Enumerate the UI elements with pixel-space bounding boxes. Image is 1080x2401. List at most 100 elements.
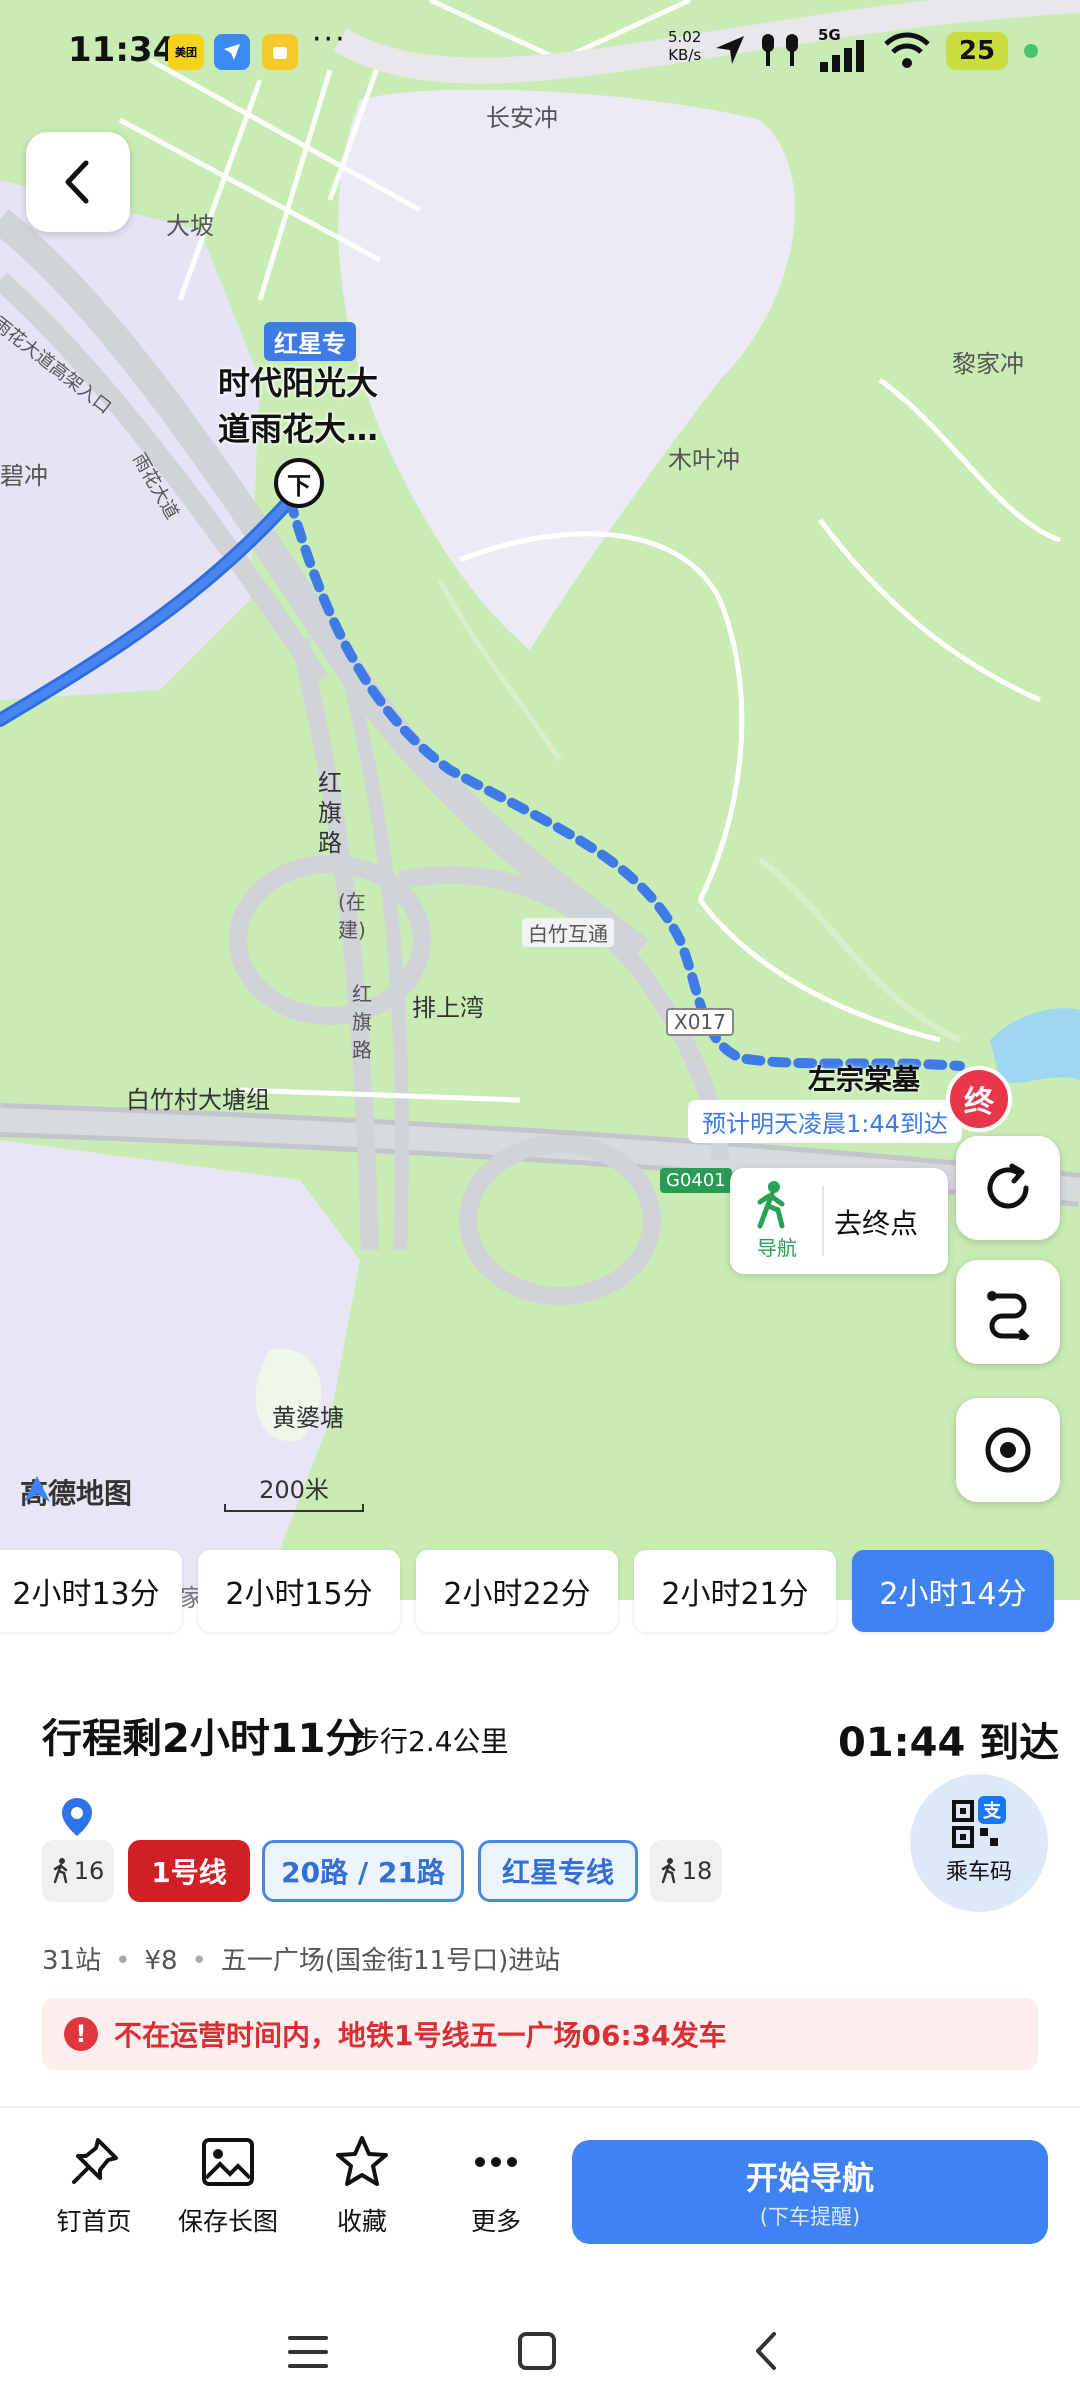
signal-icon xyxy=(820,40,864,72)
time-option-3[interactable]: 2小时22分 xyxy=(416,1550,618,1632)
locate-icon xyxy=(985,1427,1031,1473)
more-button[interactable]: 更多 xyxy=(436,2134,556,2238)
segment-walk-end[interactable]: 18 xyxy=(650,1840,722,1902)
more-label: 更多 xyxy=(470,2207,521,2236)
time-option-2[interactable]: 2小时15分 xyxy=(198,1550,400,1632)
refresh-button[interactable] xyxy=(956,1136,1060,1240)
menu-icon[interactable] xyxy=(286,2332,330,2372)
ride-code-button[interactable]: 支 乘车码 xyxy=(910,1774,1048,1912)
walking-person-icon xyxy=(661,1858,675,1884)
trip-info: 31站 • ¥8 • 五一广场(国金街11号口)进站 xyxy=(42,1946,561,1976)
save-long-image-button[interactable]: 保存长图 xyxy=(168,2134,288,2238)
wifi-icon xyxy=(884,32,930,68)
locate-button[interactable] xyxy=(956,1398,1060,1502)
end-marker[interactable]: 终 xyxy=(946,1066,1012,1132)
start-navigation-button[interactable]: 开始导航 (下车提醒) xyxy=(572,2140,1048,2244)
time-option-label: 2小时15分 xyxy=(225,1577,373,1612)
map-view[interactable]: 长安冲 大坡 黎家冲 木叶冲 碧冲 雨花大道高架入口 雨花大道 红旗路 (在建)… xyxy=(0,0,1080,1600)
transit-stop-tag: 红星专 xyxy=(264,322,356,361)
start-navigation-label: 开始导航 xyxy=(745,2159,874,2197)
more-dots-icon xyxy=(475,2157,517,2167)
favorite-label: 收藏 xyxy=(336,2207,387,2236)
map-label-hongqi-road: 红旗路 xyxy=(318,769,342,857)
pin-to-home-button[interactable]: 钉首页 xyxy=(34,2134,154,2238)
net-speed: 5.02 KB/s xyxy=(668,28,701,64)
status-bar: 11:34 美团 ··· 5.02 KB/s 5G 25 xyxy=(0,0,1080,100)
goto-end-label: 去终点 xyxy=(834,1207,919,1240)
back-nav-icon[interactable] xyxy=(748,2330,784,2372)
earbuds-icon xyxy=(762,34,798,66)
map-label-paishangwan: 排上湾 xyxy=(412,994,484,1022)
transit-stop-name-line1: 时代阳光大 xyxy=(218,364,379,402)
map-label-hongqi-road-2: 红旗路 xyxy=(352,982,372,1062)
map-label-baizhu-village: 白竹村大塘组 xyxy=(126,1086,270,1114)
segment-metro-label: 1号线 xyxy=(151,1856,227,1889)
destination-name: 左宗棠墓 xyxy=(808,1063,921,1096)
meituan-app-icon: 美团 xyxy=(168,34,204,70)
time-option-label: 2小时13分 xyxy=(12,1577,160,1612)
map-scale-label: 200米 xyxy=(259,1476,329,1504)
route-options-button[interactable] xyxy=(956,1260,1060,1364)
route-switch-icon xyxy=(987,1291,1030,1340)
arrival-time: 01:44 到达 xyxy=(838,1720,1060,1766)
status-more-icon: ··· xyxy=(312,22,347,57)
system-nav-bar xyxy=(0,2300,1080,2401)
entry-station: 五一广场(国金街11号口)进站 xyxy=(220,1946,561,1976)
alight-marker-label: 下 xyxy=(287,471,311,500)
image-icon xyxy=(202,2138,254,2186)
transit-stop-name[interactable]: 时代阳光大 道雨花大… xyxy=(218,360,378,452)
back-button[interactable] xyxy=(26,132,130,232)
time-option-4[interactable]: 2小时21分 xyxy=(634,1550,836,1632)
segment-walk-end-minutes: 18 xyxy=(681,1857,713,1885)
alight-marker[interactable]: 下 xyxy=(274,458,324,508)
segment-hongxing-special[interactable]: 红星专线 xyxy=(478,1840,638,1902)
favorite-button[interactable]: 收藏 xyxy=(302,2134,422,2238)
map-label-baizhu-interchange: 白竹互通 xyxy=(522,918,614,947)
refresh-icon xyxy=(987,1163,1029,1209)
pin-to-home-label: 钉首页 xyxy=(56,2207,132,2236)
amap-logo: 高德地图 xyxy=(20,1472,132,1512)
segment-walk-start[interactable]: 16 xyxy=(42,1840,114,1902)
qr-code-icon: 支 xyxy=(952,1796,1006,1850)
time-option-1[interactable]: 2小时13分 xyxy=(0,1550,182,1632)
trip-remaining: 行程剩2小时11分 xyxy=(42,1716,366,1762)
segment-bus-label: 20路 / 21路 xyxy=(281,1856,445,1889)
map-label-g0401: G0401 xyxy=(660,1168,732,1193)
map-label-changanchong: 长安冲 xyxy=(486,104,558,132)
home-icon[interactable] xyxy=(516,2330,558,2372)
map-label-muyechong: 木叶冲 xyxy=(668,446,740,474)
transit-stop-name-line2: 道雨花大… xyxy=(218,410,379,448)
time-option-label: 2小时22分 xyxy=(443,1577,591,1612)
star-icon xyxy=(336,2136,388,2186)
segment-bus-20-21[interactable]: 20路 / 21路 xyxy=(262,1840,464,1902)
map-canvas xyxy=(0,0,1080,1600)
time-option-label: 2小时14分 xyxy=(879,1577,1027,1612)
pin-icon xyxy=(72,2138,118,2184)
map-label-x017: X017 xyxy=(666,1008,734,1036)
location-arrow-icon xyxy=(716,36,744,64)
map-scale-bar xyxy=(224,1504,364,1512)
map-label-bichong: 碧冲 xyxy=(0,462,48,490)
action-divider xyxy=(0,2106,1080,2108)
chevron-left-icon xyxy=(65,160,89,204)
map-label-zaijian: (在建) xyxy=(338,890,366,942)
feishu-app-icon xyxy=(214,34,250,70)
walk-card-divider xyxy=(822,1186,824,1256)
segment-special-label: 红星专线 xyxy=(501,1856,614,1889)
start-navigation-sublabel: (下车提醒) xyxy=(759,2205,861,2229)
alipay-badge: 支 xyxy=(978,1796,1006,1824)
charging-dot-icon xyxy=(1024,44,1038,58)
service-warning: ! 不在运营时间内，地铁1号线五一广场06:34发车 xyxy=(42,1998,1038,2070)
map-label-lijiachong: 黎家冲 xyxy=(952,350,1024,378)
alert-icon: ! xyxy=(64,2017,98,2051)
segment-walk-start-minutes: 16 xyxy=(73,1857,105,1885)
time-option-5-selected[interactable]: 2小时14分 xyxy=(852,1550,1054,1632)
segment-metro-line-1[interactable]: 1号线 xyxy=(128,1840,250,1902)
map-label-huangpotang: 黄婆塘 xyxy=(272,1404,344,1432)
walk-to-destination-card[interactable]: 导航 去终点 xyxy=(730,1168,948,1274)
route-time-options: 家 2小时13分 2小时15分 2小时22分 2小时21分 2小时14分 xyxy=(0,1550,1080,1634)
station-count: 31站 xyxy=(42,1946,102,1976)
ride-code-label: 乘车码 xyxy=(945,1860,1012,1885)
end-marker-label: 终 xyxy=(964,1085,994,1120)
notes-app-icon xyxy=(262,34,298,70)
